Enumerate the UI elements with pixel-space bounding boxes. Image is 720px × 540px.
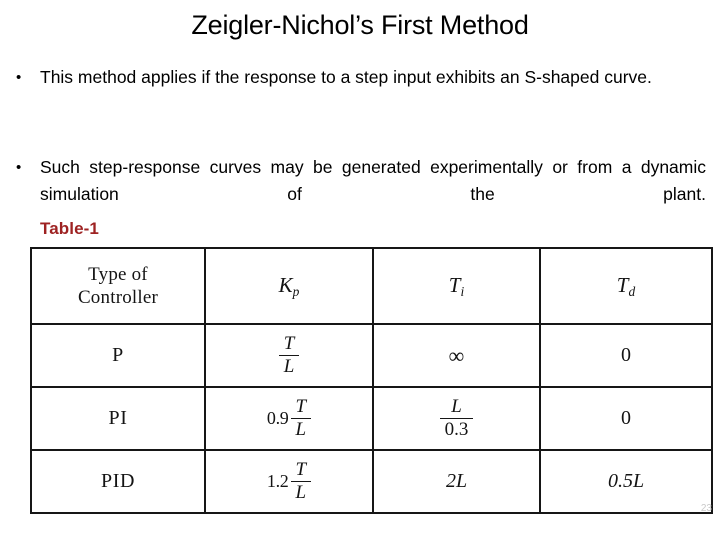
table-row: PID 1.2 T L 2L 0.5L bbox=[30, 449, 713, 514]
header-type-line2: Controller bbox=[77, 287, 159, 308]
cell-controller-pi: PI bbox=[30, 386, 206, 451]
cell-controller-pid: PID bbox=[30, 449, 206, 514]
table-header-row: Type of Controller Kp Ti Td bbox=[30, 247, 713, 325]
header-td-subscript: d bbox=[628, 283, 636, 299]
fraction-t-over-l: T L bbox=[290, 460, 312, 503]
header-cell-kp: Kp bbox=[204, 247, 374, 325]
header-cell-td: Td bbox=[539, 247, 713, 325]
table-row: P T L ∞ 0 bbox=[30, 323, 713, 388]
header-cell-ti: Ti bbox=[372, 247, 541, 325]
fraction-t-over-l: T L bbox=[278, 334, 300, 377]
cell-kp-pid: 1.2 T L bbox=[204, 449, 374, 514]
bullet-marker-icon: • bbox=[16, 159, 22, 176]
header-kp-subscript: p bbox=[292, 283, 300, 299]
page-number: 23 bbox=[700, 503, 712, 514]
bullet-marker-icon: • bbox=[16, 69, 22, 86]
header-td-symbol: T bbox=[616, 272, 629, 297]
cell-kp-pi: 0.9 T L bbox=[204, 386, 374, 451]
cell-ti-p: ∞ bbox=[372, 323, 541, 388]
header-kp-symbol: K bbox=[278, 272, 293, 297]
cell-td-pi: 0 bbox=[539, 386, 713, 451]
table-row: PI 0.9 T L L 0.3 0 bbox=[30, 386, 713, 451]
fraction-l-over-0-3: L 0.3 bbox=[439, 397, 474, 440]
header-ti-symbol: T bbox=[448, 272, 461, 297]
bullet-text-2: Such step-response curves may be generat… bbox=[40, 157, 706, 204]
cell-kp-p: T L bbox=[204, 323, 374, 388]
bullet-text-1: This method applies if the response to a… bbox=[40, 67, 652, 87]
controller-tuning-table-wrapper: Type of Controller Kp Ti Td P T L ∞ 0 PI… bbox=[30, 247, 713, 514]
coefficient-0-9: 0.9 bbox=[266, 408, 289, 428]
page-title: Zeigler-Nichol’s First Method bbox=[191, 10, 529, 40]
bullet-item-1: • This method applies if the response to… bbox=[14, 64, 706, 91]
header-type-line1: Type of bbox=[88, 264, 148, 285]
cell-controller-p: P bbox=[30, 323, 206, 388]
cell-td-p: 0 bbox=[539, 323, 713, 388]
controller-tuning-table: Type of Controller Kp Ti Td P T L ∞ 0 PI… bbox=[30, 247, 713, 514]
header-ti-subscript: i bbox=[460, 283, 465, 299]
cell-td-pid: 0.5L bbox=[539, 449, 713, 514]
fraction-t-over-l: T L bbox=[290, 397, 312, 440]
cell-ti-pid: 2L bbox=[372, 449, 541, 514]
bullet-item-2: • Such step-response curves may be gener… bbox=[14, 154, 706, 235]
table-caption: Table-1 bbox=[40, 219, 99, 238]
cell-ti-pi: L 0.3 bbox=[372, 386, 541, 451]
header-cell-type-of-controller: Type of Controller bbox=[30, 247, 206, 325]
coefficient-1-2: 1.2 bbox=[266, 471, 289, 491]
